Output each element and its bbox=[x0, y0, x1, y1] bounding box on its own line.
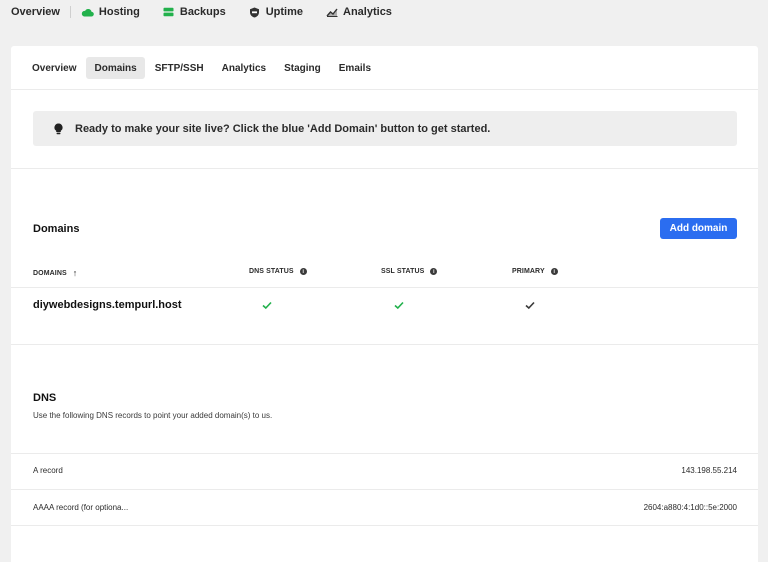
topnav-analytics[interactable]: Analytics bbox=[325, 6, 392, 18]
dns-record-label: A record bbox=[33, 466, 63, 475]
dns-description: Use the following DNS records to point y… bbox=[33, 411, 273, 420]
topnav-overview[interactable]: Overview bbox=[11, 6, 60, 18]
divider bbox=[11, 168, 758, 169]
topnav-backups[interactable]: Backups bbox=[162, 6, 226, 18]
tab-sftp-ssh[interactable]: SFTP/SSH bbox=[147, 57, 212, 79]
lightbulb-icon bbox=[53, 122, 64, 135]
topnav-uptime[interactable]: Uptime bbox=[248, 6, 303, 18]
column-header-ssl-status: SSL STATUS i bbox=[381, 268, 438, 275]
sub-tabs: Overview Domains SFTP/SSH Analytics Stag… bbox=[24, 57, 379, 79]
tab-staging[interactable]: Staging bbox=[276, 57, 329, 79]
chart-icon bbox=[325, 6, 338, 18]
sort-ascending-icon: ↑ bbox=[72, 268, 78, 278]
divider bbox=[11, 525, 758, 526]
domains-title: Domains bbox=[33, 223, 80, 235]
dns-record-label: AAAA record (for optiona... bbox=[33, 503, 129, 512]
tab-analytics[interactable]: Analytics bbox=[214, 57, 274, 79]
divider bbox=[11, 287, 758, 288]
topnav-divider bbox=[69, 6, 71, 18]
column-header-primary: PRIMARY i bbox=[512, 268, 558, 275]
info-icon[interactable]: i bbox=[299, 268, 307, 275]
stack-icon bbox=[162, 6, 175, 18]
notice-banner: Ready to make your site live? Click the … bbox=[33, 111, 737, 146]
divider bbox=[11, 489, 758, 490]
check-icon bbox=[261, 298, 275, 312]
topnav-uptime-label: Uptime bbox=[265, 6, 304, 18]
info-icon[interactable]: i bbox=[550, 268, 558, 275]
divider bbox=[11, 89, 758, 90]
notice-text: Ready to make your site live? Click the … bbox=[75, 122, 491, 135]
add-domain-button[interactable]: Add domain bbox=[660, 218, 737, 239]
dns-record-value[interactable]: 2604:a880:4:1d0::5e:2000 bbox=[644, 503, 737, 512]
main-card: Overview Domains SFTP/SSH Analytics Stag… bbox=[11, 46, 758, 562]
column-header-primary-label: PRIMARY bbox=[512, 268, 545, 275]
column-header-dns-status-label: DNS STATUS bbox=[249, 268, 294, 275]
check-icon bbox=[524, 298, 538, 312]
column-header-ssl-status-label: SSL STATUS bbox=[381, 268, 425, 275]
dns-record-value[interactable]: 143.198.55.214 bbox=[681, 466, 737, 475]
column-header-dns-status: DNS STATUS i bbox=[249, 268, 307, 275]
check-icon bbox=[393, 298, 407, 312]
tab-domains[interactable]: Domains bbox=[86, 57, 145, 79]
topnav-backups-label: Backups bbox=[179, 6, 226, 18]
dns-title: DNS bbox=[33, 392, 57, 404]
column-header-domains[interactable]: DOMAINS ↑ bbox=[33, 268, 77, 278]
cloud-icon bbox=[81, 6, 94, 18]
divider bbox=[11, 344, 758, 345]
column-header-domains-label: DOMAINS bbox=[33, 269, 67, 277]
tab-emails[interactable]: Emails bbox=[331, 57, 379, 79]
info-icon[interactable]: i bbox=[430, 268, 438, 275]
domain-name[interactable]: diywebdesigns.tempurl.host bbox=[33, 299, 182, 311]
divider bbox=[11, 453, 758, 454]
topnav-analytics-label: Analytics bbox=[343, 6, 392, 18]
top-nav: Overview Hosting Backups Uptime Analytic… bbox=[0, 0, 768, 24]
topnav-hosting-label: Hosting bbox=[98, 6, 140, 18]
tab-overview[interactable]: Overview bbox=[24, 57, 84, 79]
topnav-hosting[interactable]: Hosting bbox=[81, 6, 140, 18]
shield-icon bbox=[248, 6, 261, 18]
topnav-overview-label: Overview bbox=[11, 6, 60, 18]
